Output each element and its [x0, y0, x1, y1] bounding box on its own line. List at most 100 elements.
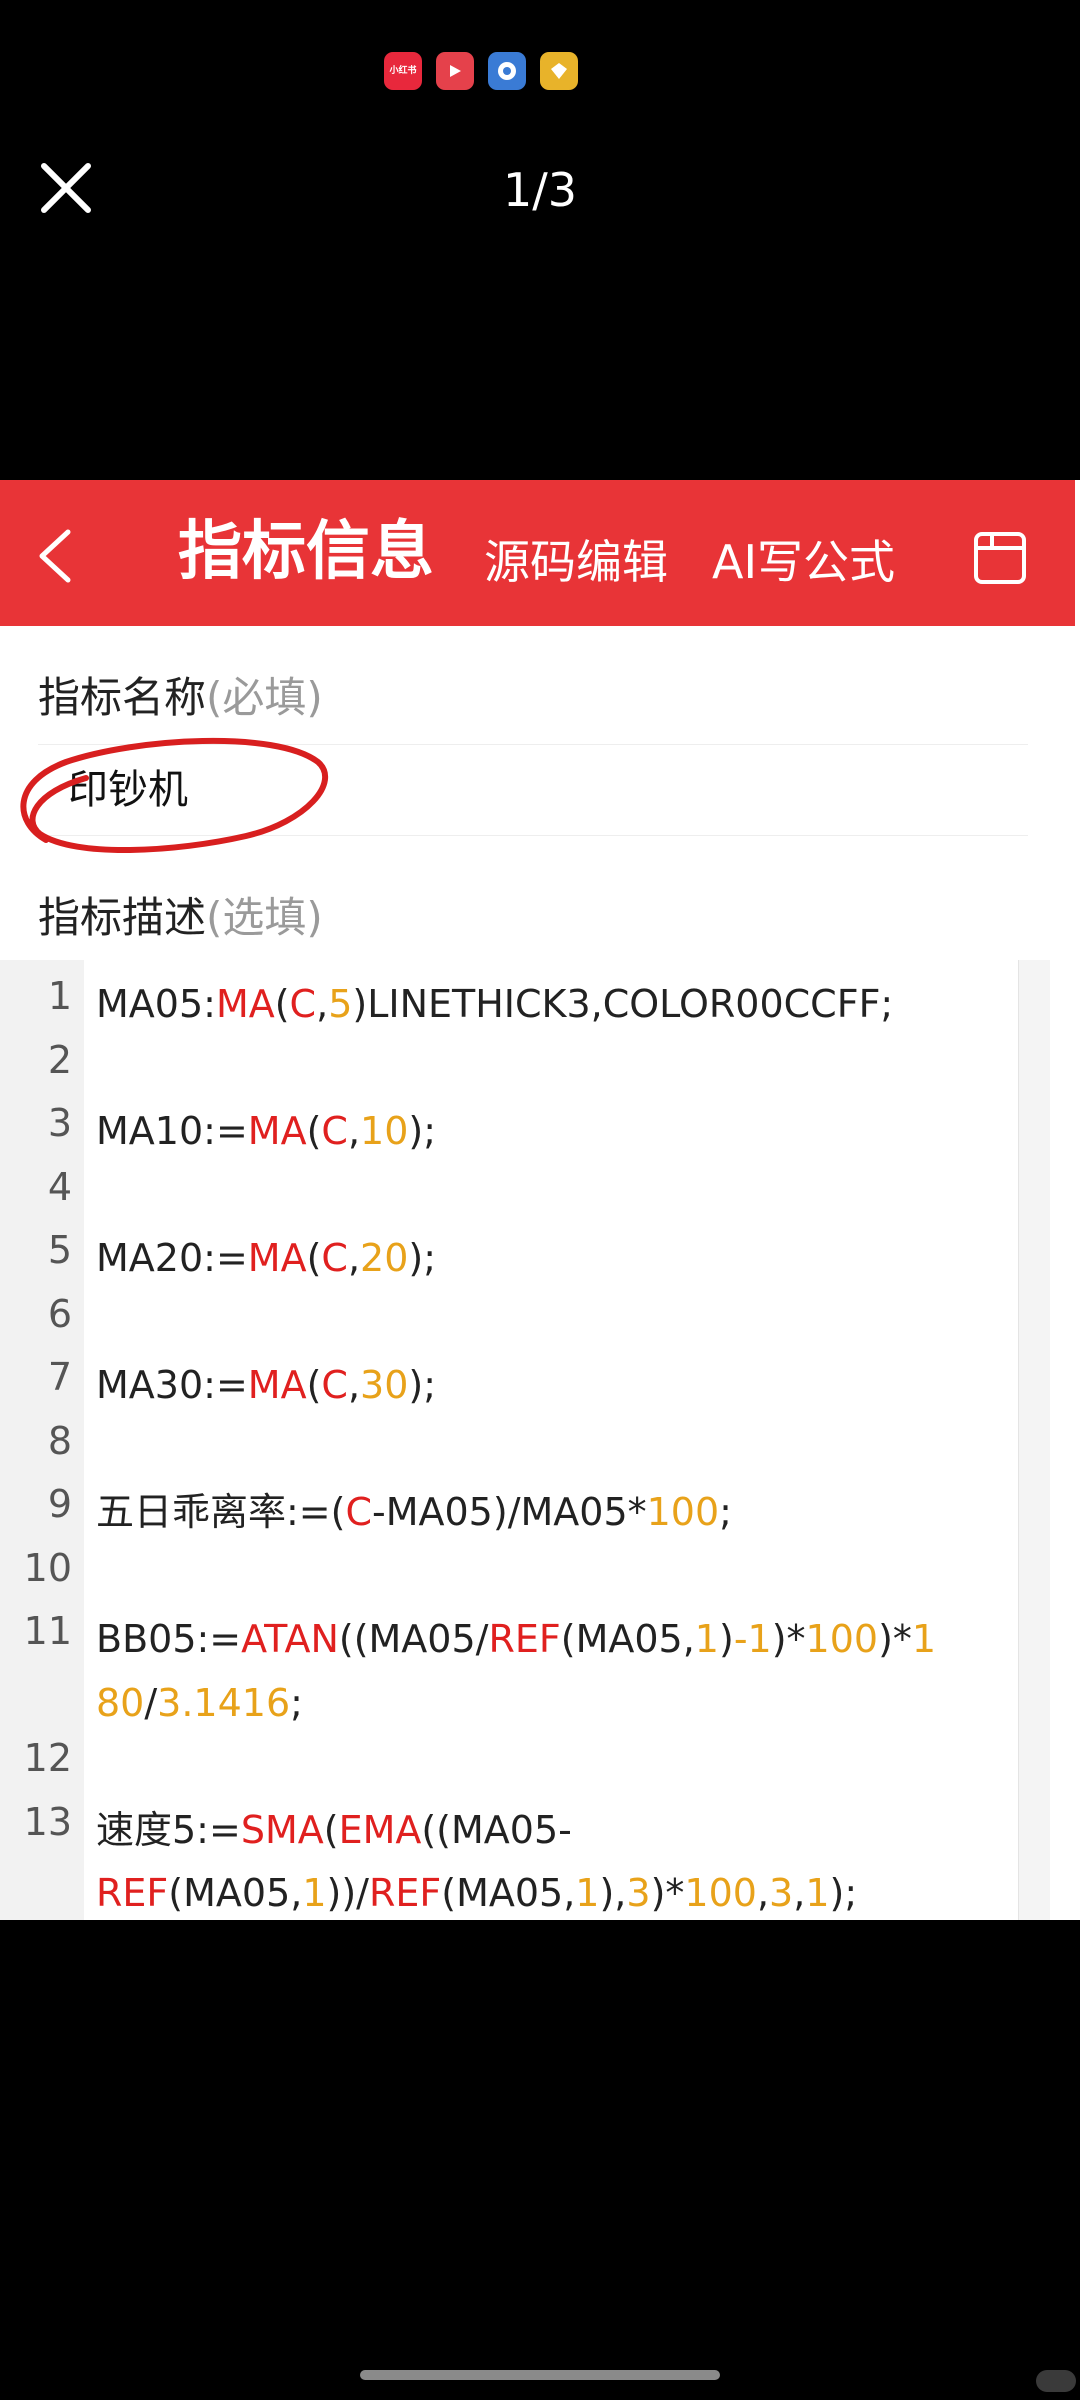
code-line[interactable]: 80/3.1416;	[96, 1671, 996, 1735]
code-line[interactable]: MA20:=MA(C,20);	[96, 1226, 996, 1290]
code-token: );	[408, 1363, 437, 1407]
indicator-name-input[interactable]: 印钞机	[38, 744, 1028, 836]
code-token: (	[274, 982, 290, 1026]
code-token: 100	[684, 1871, 757, 1915]
code-token: (	[323, 1807, 339, 1852]
header-title: 指标信息	[178, 515, 434, 589]
line-number: 12	[23, 1736, 72, 1780]
line-number-gutter: 1 2 3 4 5 6 7 8 9 10 11 12 13	[0, 960, 84, 1920]
code-token: 1	[302, 1871, 327, 1915]
code-line[interactable]: MA10:=MA(C,10);	[96, 1099, 996, 1163]
gem-icon	[540, 52, 578, 90]
code-token: SMA	[240, 1807, 324, 1852]
code-token: (MA05,	[168, 1871, 303, 1915]
code-token: ,	[347, 1363, 361, 1407]
code-line[interactable]: 速度5:=SMA(EMA((MA05-	[96, 1798, 996, 1862]
code-token: REF	[96, 1871, 169, 1915]
scrollbar-track[interactable]	[1018, 960, 1050, 1920]
line-number: 11	[23, 1609, 72, 1653]
code-token: MA20:=	[96, 1236, 248, 1280]
code-token: 1	[911, 1617, 937, 1661]
line-number: 5	[47, 1228, 72, 1272]
code-token: C	[289, 982, 317, 1026]
code-token: MA	[247, 1363, 307, 1407]
screenshot-image: 指标信息 源码编辑 AI写公式 指标名称(必填) 印钞机 指标描述(选填) 12…	[0, 480, 1080, 1920]
code-token: );	[408, 1236, 437, 1280]
line-number: 2	[47, 1037, 72, 1082]
code-token: 3	[769, 1871, 794, 1915]
code-line[interactable]: 五日乖离率:=(C-MA05)/MA05*100;	[96, 1480, 996, 1544]
code-token: )	[718, 1617, 734, 1661]
back-icon[interactable]	[30, 526, 80, 586]
code-line[interactable]: MA30:=MA(C,30);	[96, 1353, 996, 1417]
code-line[interactable]: REF(MA05,1))/REF(MA05,1),3)*100,3,1);	[96, 1861, 996, 1920]
code-token: 五日乖离率:=(	[96, 1490, 346, 1534]
code-token: 30	[360, 1363, 409, 1407]
code-token: -MA05)/MA05*	[372, 1490, 647, 1534]
description-label: 指标描述(选填)	[38, 893, 323, 942]
code-token: );	[829, 1871, 858, 1915]
line-number: 10	[23, 1545, 72, 1590]
line-number: 6	[47, 1291, 72, 1336]
save-icon[interactable]	[972, 530, 1028, 586]
name-label: 指标名称(必填)	[38, 673, 323, 722]
code-token: 80	[96, 1680, 145, 1725]
ai-formula-button[interactable]: AI写公式	[712, 532, 895, 592]
xiaohongshu-icon: 小红书	[384, 52, 422, 90]
code-token: ((MA05/	[338, 1617, 489, 1661]
code-token: 1	[694, 1617, 719, 1661]
status-bar-icons: 小红书	[384, 52, 578, 90]
code-token: MA	[247, 1236, 307, 1280]
code-token: ,	[347, 1109, 361, 1153]
code-token: (MA05,	[560, 1617, 695, 1661]
code-token: (	[306, 1363, 322, 1407]
line-number: 7	[47, 1355, 72, 1399]
code-token: )*	[650, 1871, 685, 1915]
app-header: 指标信息 源码编辑 AI写公式	[0, 480, 1075, 626]
code-token: MA10:=	[96, 1109, 248, 1153]
code-token: MA05:	[96, 982, 216, 1026]
code-token: 3	[626, 1871, 651, 1915]
code-token: 20	[360, 1236, 409, 1280]
code-token: 1	[575, 1871, 600, 1915]
code-token: C	[345, 1490, 373, 1534]
code-line[interactable]: MA05:MA(C,5)LINETHICK3,COLOR00CCFF;	[96, 972, 996, 1036]
code-token: ;	[719, 1490, 732, 1534]
code-token: ATAN	[241, 1617, 339, 1661]
line-number: 13	[23, 1799, 72, 1844]
code-token: 100	[646, 1490, 720, 1534]
browser-icon	[488, 52, 526, 90]
line-number: 9	[47, 1482, 72, 1526]
source-edit-button[interactable]: 源码编辑	[484, 532, 668, 592]
code-token: )LINETHICK3,COLOR00CCFF;	[352, 982, 894, 1026]
code-token: MA30:=	[96, 1363, 248, 1407]
code-token: ,	[793, 1871, 806, 1915]
code-token: ))/	[326, 1871, 369, 1915]
code-token: MA	[215, 982, 275, 1026]
code-token: 1	[805, 1871, 830, 1915]
line-number: 3	[47, 1101, 72, 1145]
code-token: ;	[290, 1680, 303, 1725]
code-token: 速度5:=	[96, 1807, 241, 1852]
line-number: 8	[47, 1418, 72, 1463]
code-token: MA	[247, 1109, 307, 1153]
video-icon	[436, 52, 474, 90]
code-token: BB05:=	[96, 1617, 242, 1661]
code-token: ),	[599, 1871, 627, 1915]
code-token: C	[321, 1236, 348, 1280]
code-token: (	[306, 1236, 322, 1280]
code-token: 5	[328, 982, 353, 1026]
code-token: )*	[771, 1617, 806, 1661]
code-editor[interactable]: 1 2 3 4 5 6 7 8 9 10 11 12 13 MA05:MA(C,5)LINETHICK3…	[0, 960, 1080, 1920]
code-token: /	[144, 1680, 158, 1725]
code-token: -1	[733, 1617, 772, 1661]
code-token: C	[321, 1109, 348, 1153]
page-counter: 1/3	[502, 163, 578, 217]
code-line[interactable]: BB05:=ATAN((MA05/REF(MA05,1)-1)*100)*1	[96, 1607, 996, 1671]
code-token: C	[321, 1363, 348, 1407]
code-token: ((MA05-	[421, 1807, 572, 1852]
home-indicator[interactable]	[360, 2370, 720, 2380]
watermark-badge	[1036, 2370, 1076, 2392]
code-token: ,	[756, 1871, 770, 1915]
code-token: 100	[805, 1617, 879, 1661]
